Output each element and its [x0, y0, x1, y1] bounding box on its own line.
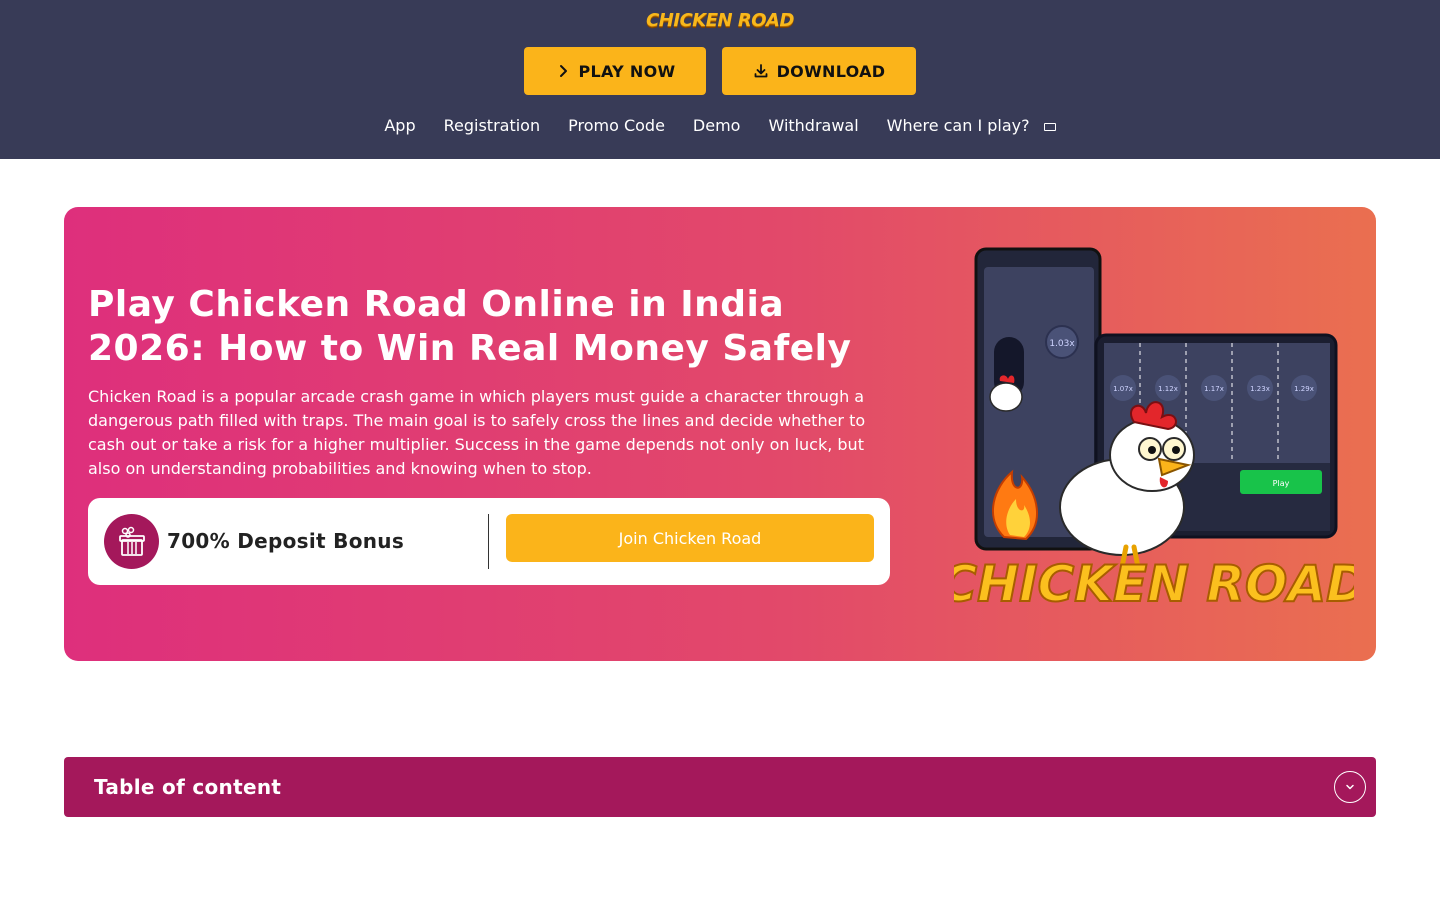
toc-title: Table of content — [94, 775, 282, 799]
play-now-label: PLAY NOW — [578, 61, 676, 81]
game-play-label: Play — [1273, 479, 1290, 488]
nav-item-where-to-play-label: Where can I play? — [886, 116, 1030, 135]
multiplier-2: 1.07x — [1113, 385, 1133, 393]
bonus-divider — [488, 514, 489, 569]
download-button[interactable]: DOWNLOAD — [722, 47, 916, 95]
site-header: CHICKEN ROAD PLAY NOW DOWNLOAD App Regis… — [0, 0, 1440, 159]
hero-game-image: 1.03x 1.07x 1.12x 1.17x 1.23x 1.29x Play — [954, 247, 1354, 614]
hero-banner: Play Chicken Road Online in India 2026: … — [64, 207, 1376, 661]
hero-description: Chicken Road is a popular arcade crash g… — [88, 387, 866, 478]
site-logo[interactable]: CHICKEN ROAD — [0, 10, 1440, 36]
nav-item-registration[interactable]: Registration — [444, 116, 540, 135]
nav-item-demo[interactable]: Demo — [693, 116, 741, 135]
chevron-down-icon[interactable] — [1334, 771, 1366, 803]
join-button[interactable]: Join Chicken Road — [506, 514, 874, 562]
download-label: DOWNLOAD — [776, 61, 886, 81]
multiplier-3: 1.12x — [1158, 385, 1178, 393]
multiplier-5: 1.23x — [1250, 385, 1270, 393]
nav-item-withdrawal[interactable]: Withdrawal — [768, 116, 858, 135]
multiplier-6: 1.29x — [1294, 385, 1314, 393]
bonus-text: 700% Deposit Bonus — [167, 529, 405, 553]
nav-item-promo-code[interactable]: Promo Code — [568, 116, 665, 135]
gift-icon — [104, 514, 159, 569]
hero-art-logo: CHICKEN ROAD — [954, 555, 1354, 613]
download-icon — [754, 64, 767, 78]
nav-item-where-to-play[interactable]: Where can I play? — [887, 116, 1056, 135]
multiplier-4: 1.17x — [1204, 385, 1224, 393]
table-of-content[interactable]: Table of content — [64, 757, 1376, 817]
nav-item-app[interactable]: App — [384, 116, 415, 135]
logo-text[interactable]: CHICKEN ROAD — [646, 10, 794, 31]
multiplier-1: 1.03x — [1049, 339, 1075, 349]
chevron-right-icon — [559, 65, 567, 77]
main-nav: App Registration Promo Code Demo Withdra… — [0, 116, 1440, 135]
dropdown-caret-icon[interactable] — [1043, 122, 1056, 131]
header-cta-group: PLAY NOW DOWNLOAD — [0, 47, 1440, 95]
play-now-button[interactable]: PLAY NOW — [524, 47, 706, 95]
bonus-card: 700% Deposit Bonus Join Chicken Road — [88, 498, 890, 585]
page-title: Play Chicken Road Online in India 2026: … — [88, 284, 852, 369]
